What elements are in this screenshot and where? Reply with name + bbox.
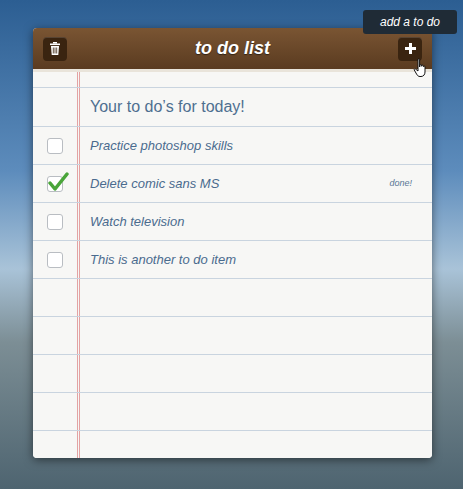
- trash-icon: [49, 42, 61, 55]
- check-icon: [47, 171, 69, 193]
- list-heading-row: Your to do’s for today!: [33, 88, 432, 127]
- todo-item: Practice photoshop skills: [33, 127, 432, 165]
- todo-text: Practice photoshop skills: [80, 136, 432, 156]
- todo-item: This is another to do item: [33, 241, 432, 279]
- hand-cursor-icon: [413, 55, 429, 79]
- add-button[interactable]: [398, 37, 422, 61]
- plus-icon: [405, 43, 416, 54]
- todo-item: Delete comic sans MSdone!: [33, 165, 432, 203]
- window-title: to do list: [195, 35, 270, 62]
- todo-text: Delete comic sans MS: [80, 174, 389, 194]
- todo-checkbox[interactable]: [47, 138, 63, 154]
- todo-paper: Your to do’s for today! Practice photosho…: [33, 72, 432, 458]
- todo-checkbox[interactable]: [47, 252, 63, 268]
- todo-text: Watch television: [80, 212, 432, 232]
- title-bar: to do list: [33, 28, 432, 72]
- done-label: done!: [389, 177, 432, 191]
- delete-button[interactable]: [43, 37, 67, 61]
- add-tooltip: add a to do: [363, 10, 457, 34]
- list-heading: Your to do’s for today!: [80, 95, 432, 119]
- todo-checkbox[interactable]: [47, 176, 63, 192]
- todo-item: Watch television: [33, 203, 432, 241]
- todo-text: This is another to do item: [80, 250, 432, 270]
- todo-checkbox[interactable]: [47, 214, 63, 230]
- todo-window: to do list Your to do’s for today! Practic…: [33, 28, 432, 458]
